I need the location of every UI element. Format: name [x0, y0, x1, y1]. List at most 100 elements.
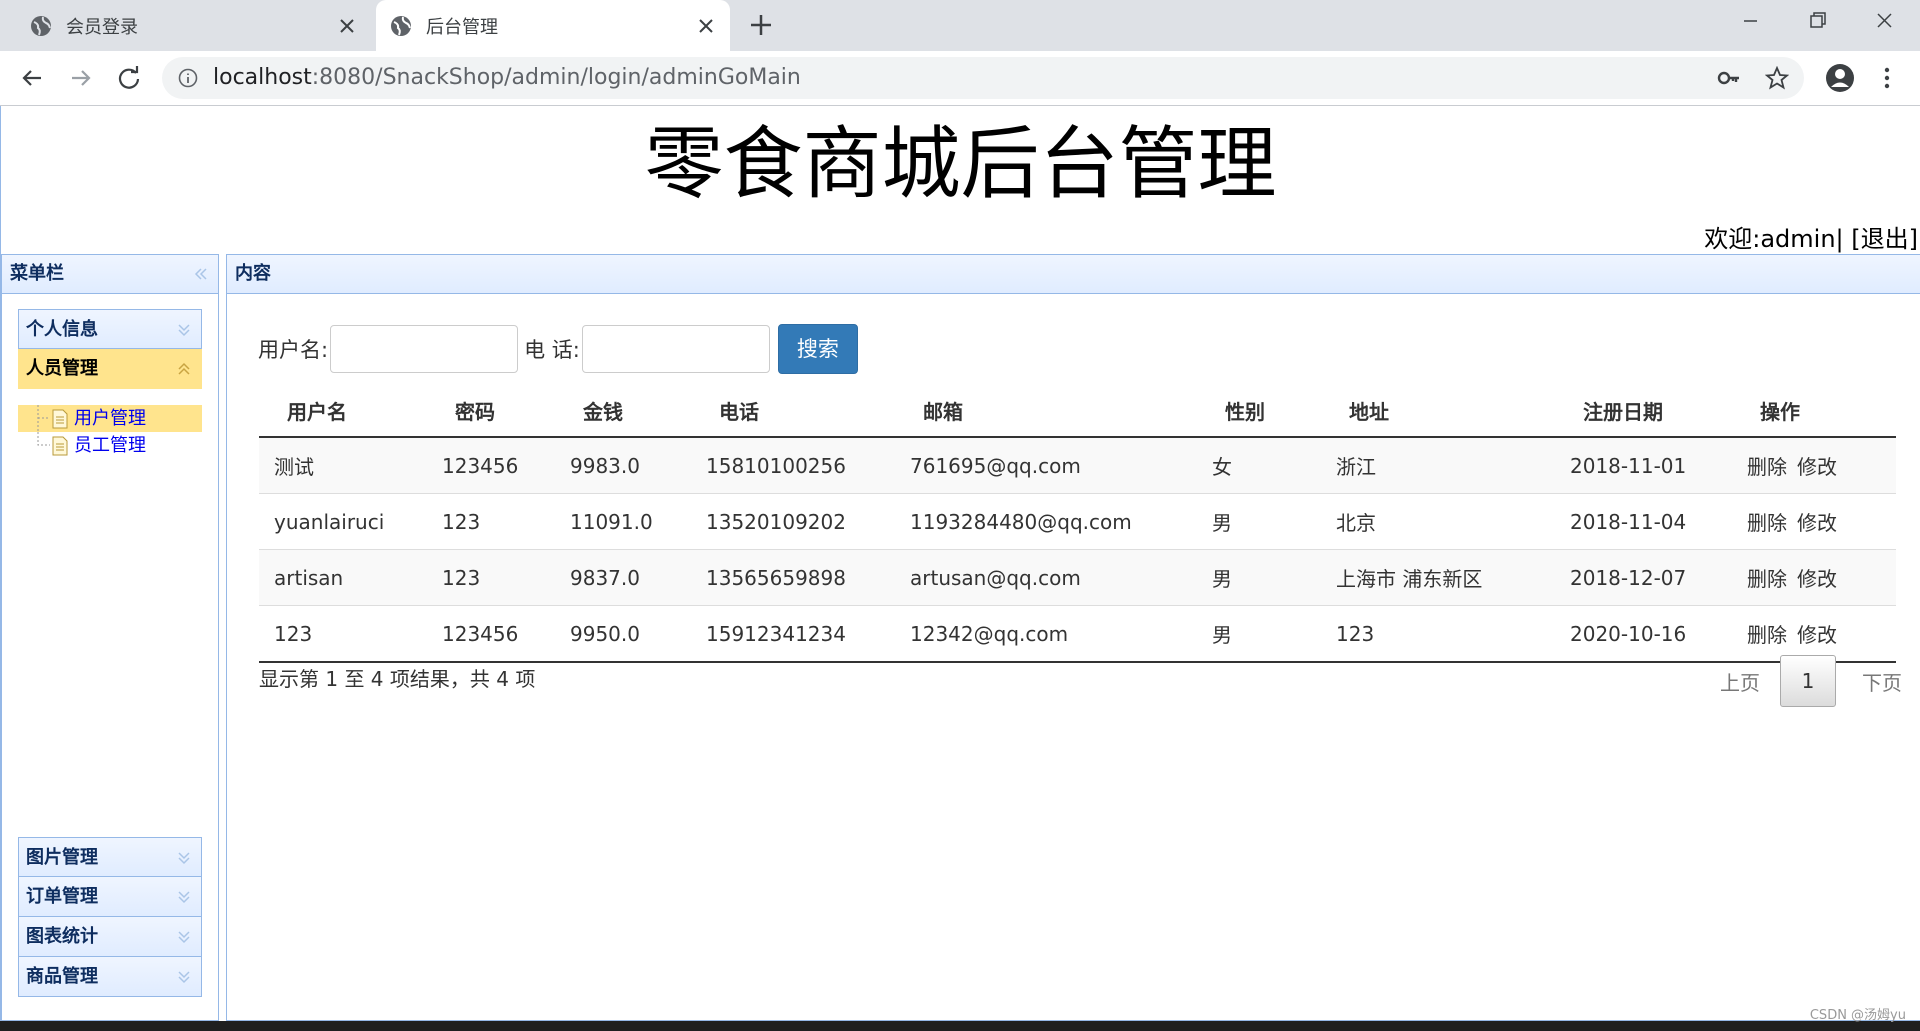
table-cell: 测试	[259, 436, 427, 494]
delete-link[interactable]: 删除	[1747, 455, 1787, 479]
browser-tab-admin[interactable]: 后台管理	[376, 0, 730, 51]
welcome-logout-link[interactable]: 欢迎:admin| [退出]	[1704, 224, 1918, 254]
delete-link[interactable]: 删除	[1747, 623, 1787, 647]
tree-node-employee-management[interactable]: 员工管理	[18, 432, 202, 459]
accordion-label: 商品管理	[26, 966, 98, 987]
accordion-chart-stats[interactable]: 图表统计	[18, 917, 202, 957]
edit-link[interactable]: 修改	[1797, 511, 1837, 535]
column-header[interactable]: 注册日期	[1555, 385, 1732, 438]
close-tab-icon[interactable]	[337, 16, 357, 36]
table-cell: 男	[1197, 549, 1321, 606]
watermark: CSDN @汤姆yu	[1809, 1008, 1906, 1023]
forward-icon[interactable]	[66, 63, 96, 93]
globe-icon	[391, 15, 411, 36]
username-input[interactable]	[330, 325, 519, 373]
content-panel: 内容 用户名: 电 话: 搜索 用户名 密码 金钱 电话 邮箱 性别 地址 注册…	[226, 254, 1920, 1021]
table-cell: 2018-11-04	[1555, 493, 1732, 550]
edit-link[interactable]: 修改	[1797, 567, 1837, 591]
column-header[interactable]: 电话	[691, 385, 895, 438]
taskbar-strip	[0, 1021, 1920, 1031]
column-header: 操作	[1732, 385, 1896, 438]
accordion-image-management[interactable]: 图片管理	[18, 837, 202, 877]
delete-link[interactable]: 删除	[1747, 511, 1787, 535]
column-header[interactable]: 邮箱	[895, 385, 1197, 438]
table-cell: 2018-12-07	[1555, 549, 1732, 606]
table-cell: 761695@qq.com	[895, 436, 1197, 494]
expand-down-icon	[178, 971, 190, 984]
table-row: 测试 123456 9983.0 15810100256 761695@qq.c…	[259, 436, 1896, 494]
table-cell: 123456	[427, 436, 555, 494]
tree-node-label: 员工管理	[74, 435, 146, 456]
collapse-left-icon[interactable]	[194, 267, 208, 281]
delete-link[interactable]: 删除	[1747, 567, 1787, 591]
bookmark-star-icon[interactable]	[1765, 66, 1789, 90]
tab-title: 会员登录	[66, 16, 138, 38]
table-cell: 女	[1197, 436, 1321, 494]
accordion-product-management[interactable]: 商品管理	[18, 957, 202, 997]
file-icon	[52, 436, 68, 456]
table-cell: 男	[1197, 493, 1321, 550]
url-bar[interactable]: localhost:8080/SnackShop/admin/login/adm…	[162, 57, 1804, 99]
accordion-order-management[interactable]: 订单管理	[18, 877, 202, 917]
browser-tab-strip: 会员登录 后台管理	[0, 0, 1920, 51]
column-header[interactable]: 金钱	[555, 385, 691, 438]
key-icon[interactable]	[1717, 67, 1741, 89]
close-tab-icon[interactable]	[696, 16, 716, 36]
back-icon[interactable]	[17, 63, 47, 93]
username-label: 用户名:	[258, 338, 329, 362]
table-cell: 123	[427, 549, 555, 606]
edit-link[interactable]: 修改	[1797, 623, 1837, 647]
search-form: 用户名: 电 话: 搜索	[258, 323, 858, 375]
column-header[interactable]: 地址	[1321, 385, 1555, 438]
table-cell: 9983.0	[555, 436, 691, 494]
address-toolbar: localhost:8080/SnackShop/admin/login/adm…	[0, 51, 1920, 106]
menu-panel-header: 菜单栏	[2, 255, 218, 294]
table-cell-actions: 删除 修改	[1732, 493, 1896, 550]
expand-down-icon	[178, 931, 190, 944]
accordion-top: 个人信息 人员管理	[18, 309, 202, 389]
table-cell: artusan@qq.com	[895, 549, 1197, 606]
browser-tab-member-login[interactable]: 会员登录	[8, 0, 371, 51]
table-cell: 123	[427, 493, 555, 550]
table-cell: 9950.0	[555, 605, 691, 663]
content-panel-title: 内容	[235, 263, 271, 284]
collapse-up-icon	[178, 362, 190, 375]
restore-icon[interactable]	[1797, 6, 1837, 36]
table-row: artisan 123 9837.0 13565659898 artusan@q…	[259, 549, 1896, 606]
table-cell: 13520109202	[691, 493, 895, 550]
accordion-label: 个人信息	[26, 319, 98, 340]
accordion-personal-info[interactable]: 个人信息	[18, 309, 202, 349]
minimize-icon[interactable]	[1730, 6, 1770, 36]
table-header-row: 用户名 密码 金钱 电话 邮箱 性别 地址 注册日期 操作	[259, 385, 1896, 438]
table-cell: 2018-11-01	[1555, 436, 1732, 494]
column-header[interactable]: 性别	[1197, 385, 1321, 438]
phone-input[interactable]	[581, 325, 770, 373]
search-button[interactable]: 搜索	[777, 324, 858, 374]
user-table: 用户名 密码 金钱 电话 邮箱 性别 地址 注册日期 操作 测试 123456 …	[259, 385, 1896, 663]
info-icon[interactable]	[178, 68, 198, 88]
edit-link[interactable]: 修改	[1797, 455, 1837, 479]
prev-page-button[interactable]: 上页	[1720, 667, 1760, 696]
reload-icon[interactable]	[114, 63, 144, 93]
table-row: 123 123456 9950.0 15912341234 12342@qq.c…	[259, 605, 1896, 663]
table-cell: yuanlairuci	[259, 493, 427, 550]
expand-down-icon	[178, 891, 190, 904]
tree-node-user-management[interactable]: 用户管理	[18, 405, 202, 432]
table-cell: 上海市 浦东新区	[1321, 549, 1555, 606]
table-cell: 男	[1197, 605, 1321, 663]
profile-avatar-icon[interactable]	[1824, 62, 1856, 94]
more-menu-icon[interactable]	[1877, 63, 1897, 93]
next-page-button[interactable]: 下页	[1862, 667, 1902, 696]
column-header[interactable]: 密码	[427, 385, 555, 438]
accordion-staff-management[interactable]: 人员管理	[18, 349, 202, 389]
tree-node-label: 用户管理	[74, 408, 146, 429]
new-tab-icon[interactable]	[745, 9, 777, 41]
accordion-label: 图表统计	[26, 926, 98, 947]
accordion-label: 人员管理	[26, 358, 98, 379]
current-page-button[interactable]: 1	[1780, 655, 1836, 707]
table-cell: 13565659898	[691, 549, 895, 606]
table-cell: 12342@qq.com	[895, 605, 1197, 663]
site-title: 零食商城后台管理	[644, 118, 1277, 210]
close-window-icon[interactable]	[1864, 6, 1904, 36]
column-header[interactable]: 用户名	[259, 385, 427, 438]
